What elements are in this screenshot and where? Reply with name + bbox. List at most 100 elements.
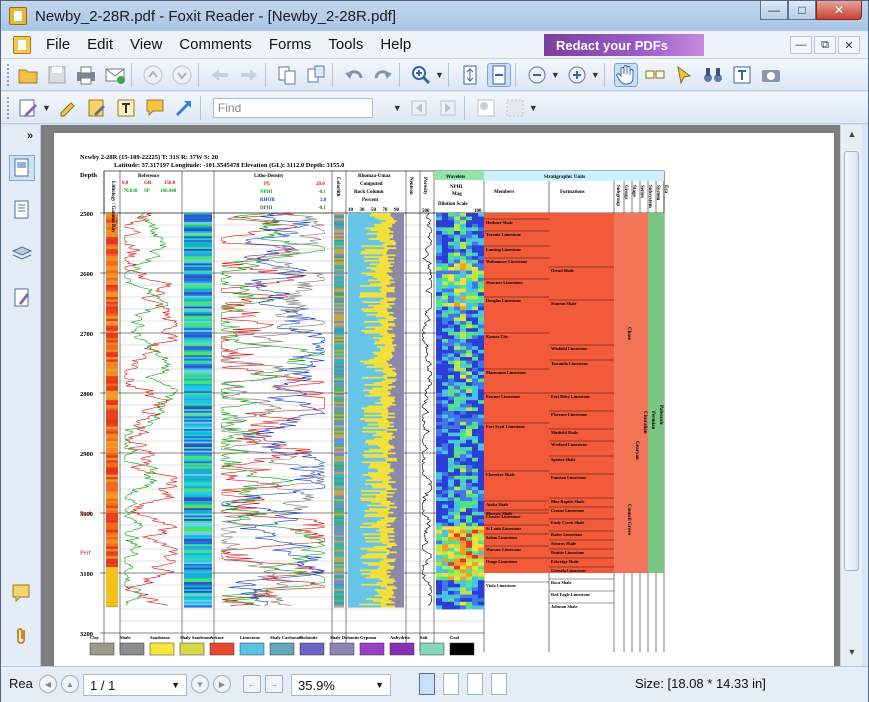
vertical-scrollbar[interactable]: ▲ ▼ xyxy=(840,125,862,666)
doc-restore-button[interactable]: ⧉ xyxy=(814,36,836,54)
document-icon[interactable] xyxy=(13,35,31,54)
bookmarks-panel-icon[interactable] xyxy=(9,197,35,223)
single-page-view-icon[interactable] xyxy=(419,673,435,695)
menu-comments[interactable]: Comments xyxy=(177,36,254,53)
scroll-down-icon[interactable]: ▼ xyxy=(845,647,859,661)
zoom-in-tool-icon[interactable] xyxy=(409,63,433,87)
wavelet-cell xyxy=(466,457,473,462)
zoom-out-icon[interactable] xyxy=(525,63,549,87)
arrow-icon[interactable] xyxy=(172,96,196,120)
fit-width-icon[interactable] xyxy=(486,62,511,87)
page-dropdown-icon[interactable]: ▼ xyxy=(171,680,180,690)
wavelet-cell xyxy=(436,594,443,599)
prev-page-status-icon[interactable]: ▲ xyxy=(61,675,79,693)
menu-file[interactable]: File xyxy=(44,36,72,53)
maximize-button[interactable]: □ xyxy=(788,1,816,20)
wavelet-cell xyxy=(478,339,485,343)
attachments-icon[interactable] xyxy=(9,623,35,649)
pages-panel-icon[interactable] xyxy=(9,155,35,181)
close-button[interactable]: ✕ xyxy=(816,1,862,20)
wavelet-cell xyxy=(466,259,473,264)
find-previous-icon[interactable] xyxy=(407,96,431,120)
formations-title: Formations xyxy=(560,190,585,195)
foxit-app-icon[interactable] xyxy=(9,7,27,25)
doc-minimize-button[interactable]: — xyxy=(790,36,812,54)
continuous-view-icon[interactable] xyxy=(443,673,459,695)
find-dropdown-icon[interactable]: ▼ xyxy=(393,103,402,113)
toolbar-grip[interactable] xyxy=(7,63,11,86)
wavelet-cell xyxy=(466,418,473,423)
comment-list-icon[interactable] xyxy=(9,579,35,605)
fit-page-icon[interactable] xyxy=(458,63,482,87)
menu-view[interactable]: View xyxy=(128,36,164,53)
shape-pattern-icon[interactable] xyxy=(503,96,527,120)
typewriter-icon[interactable] xyxy=(730,63,754,87)
select-annotation-icon[interactable] xyxy=(672,63,696,87)
scroll-thumb[interactable] xyxy=(844,151,859,571)
formation-label: Stanton Shale xyxy=(551,301,577,306)
find-binoculars-icon[interactable] xyxy=(701,63,725,87)
callout-icon[interactable] xyxy=(143,96,167,120)
wavelet-cell xyxy=(436,321,443,325)
toolbar-grip-2[interactable] xyxy=(7,96,11,119)
snapshot-icon[interactable] xyxy=(759,63,783,87)
zoom-level-field[interactable]: 35.9% ▼ xyxy=(291,674,391,696)
page-number-field[interactable]: 1 / 1 ▼ xyxy=(83,674,187,696)
zoom-in-icon[interactable] xyxy=(565,63,589,87)
comments-panel-icon[interactable] xyxy=(9,285,35,311)
title-bar[interactable]: Newby_2-28R.pdf - Foxit Reader - [Newby_… xyxy=(1,1,868,31)
next-page-status-icon[interactable]: ▼ xyxy=(191,675,209,693)
save-icon[interactable] xyxy=(45,63,69,87)
zoom-tool-dropdown-icon[interactable]: ▼ xyxy=(435,70,444,80)
doc-close-button[interactable]: ✕ xyxy=(838,36,860,54)
extract-pages-icon[interactable] xyxy=(275,63,299,87)
wavelet-cell xyxy=(442,601,449,606)
continuous-facing-view-icon[interactable] xyxy=(491,673,507,695)
page-size-text: Size: [18.08 * 14.33 in] xyxy=(635,676,766,691)
note-edit-icon[interactable] xyxy=(85,96,109,120)
menu-help[interactable]: Help xyxy=(378,36,413,53)
select-text-icon[interactable] xyxy=(643,63,667,87)
email-icon[interactable] xyxy=(103,63,127,87)
zoom-in-dropdown-icon[interactable]: ▼ xyxy=(591,70,600,80)
wavelet-cell xyxy=(472,472,479,477)
expand-panel-icon[interactable]: » xyxy=(27,130,33,142)
menu-edit[interactable]: Edit xyxy=(85,36,115,53)
layers-panel-icon[interactable] xyxy=(9,241,35,267)
open-icon[interactable] xyxy=(16,63,40,87)
print-icon[interactable] xyxy=(74,63,98,87)
text-box-icon[interactable] xyxy=(114,96,138,120)
zoom-out-dropdown-icon[interactable]: ▼ xyxy=(551,70,560,80)
wavelet-cell xyxy=(448,285,455,289)
facing-view-icon[interactable] xyxy=(467,673,483,695)
find-next-icon[interactable] xyxy=(436,96,460,120)
stamp-icon[interactable] xyxy=(474,96,498,120)
zoom-dropdown-icon[interactable]: ▼ xyxy=(375,680,384,690)
previous-page-icon[interactable] xyxy=(141,63,165,87)
forward-icon[interactable] xyxy=(237,63,261,87)
back-status-icon[interactable]: ← xyxy=(243,675,261,693)
wavelet-cell xyxy=(442,241,449,246)
pencil-dropdown-icon[interactable]: ▼ xyxy=(42,103,51,113)
back-icon[interactable] xyxy=(208,63,232,87)
find-input[interactable]: Find xyxy=(212,97,373,118)
shape-dropdown-icon[interactable]: ▼ xyxy=(529,103,538,113)
menu-forms[interactable]: Forms xyxy=(267,36,314,53)
forward-status-icon[interactable]: → xyxy=(265,675,283,693)
highlight-icon[interactable] xyxy=(56,96,80,120)
next-page-icon[interactable] xyxy=(170,63,194,87)
wavelet-cell xyxy=(442,389,449,394)
redo-icon[interactable] xyxy=(371,63,395,87)
undo-icon[interactable] xyxy=(342,63,366,87)
pencil-icon[interactable] xyxy=(16,96,40,120)
menu-tools[interactable]: Tools xyxy=(326,36,365,53)
redact-promo-button[interactable]: Redact your PDFs xyxy=(544,34,704,56)
minimize-button[interactable]: — xyxy=(760,1,788,20)
formation-label: Crouse Limestone xyxy=(551,508,584,513)
last-page-icon[interactable]: ▶ xyxy=(213,675,231,693)
document-viewport[interactable]: Newby 2-28R (15-189-22225) T: 31S R: 37W… xyxy=(41,125,840,666)
insert-pages-icon[interactable] xyxy=(304,63,328,87)
first-page-icon[interactable]: ◀ xyxy=(39,675,57,693)
hand-tool-icon[interactable] xyxy=(613,62,638,87)
scroll-up-icon[interactable]: ▲ xyxy=(845,129,859,143)
